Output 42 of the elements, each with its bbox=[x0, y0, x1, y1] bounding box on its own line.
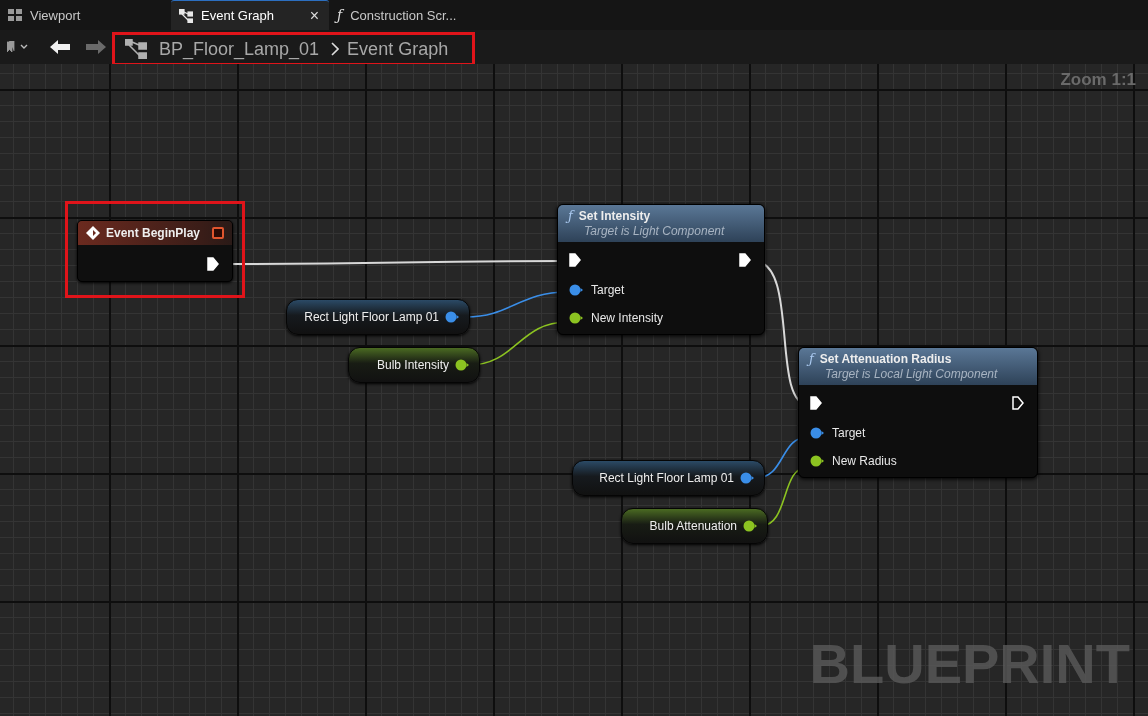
pin-icon[interactable] bbox=[569, 284, 583, 296]
pin-icon[interactable] bbox=[810, 427, 824, 439]
event-icon bbox=[86, 226, 100, 240]
forward-arrow-icon[interactable] bbox=[86, 39, 106, 55]
event-node[interactable]: Event BeginPlay bbox=[77, 220, 233, 282]
blueprint-watermark: BLUEPRINT bbox=[809, 631, 1130, 696]
pin-icon[interactable] bbox=[569, 312, 583, 324]
pin-label: New Radius bbox=[832, 454, 897, 468]
zoom-label: Zoom 1:1 bbox=[1060, 70, 1136, 90]
node-subtitle: Target is Local Light Component bbox=[824, 367, 999, 381]
pin-icon[interactable] bbox=[743, 520, 757, 532]
back-arrow-icon[interactable] bbox=[50, 39, 70, 55]
variable-node[interactable]: Bulb Intensity bbox=[348, 347, 480, 383]
pin-label: New Intensity bbox=[591, 311, 664, 325]
exec-pin-icon[interactable] bbox=[207, 257, 219, 271]
close-icon[interactable]: × bbox=[309, 7, 319, 24]
breadcrumb-link[interactable]: Event Graph bbox=[347, 38, 449, 60]
exec-pin-icon[interactable] bbox=[810, 396, 822, 410]
chevron-icon bbox=[331, 42, 340, 56]
variable-node[interactable]: Rect Light Floor Lamp 01 bbox=[286, 299, 470, 335]
pin-icon[interactable] bbox=[445, 311, 459, 323]
function-node[interactable]: ƒ Set Intensity Target is Light Component Target New Intensity bbox=[557, 204, 765, 335]
pin-label: Target bbox=[832, 426, 866, 440]
variable-node[interactable]: Rect Light Floor Lamp 01 bbox=[572, 460, 765, 496]
pin-label: Target bbox=[591, 283, 625, 297]
exec-pin-icon[interactable] bbox=[569, 253, 581, 267]
node-subtitle: Target is Light Component bbox=[583, 224, 726, 238]
delegate-pin-icon[interactable] bbox=[212, 227, 224, 239]
breadcrumb-link[interactable]: BP_Floor_Lamp_01 bbox=[159, 38, 320, 60]
pin-icon[interactable] bbox=[810, 455, 824, 467]
exec-pin-icon[interactable] bbox=[739, 253, 751, 267]
exec-pin-icon[interactable] bbox=[1012, 396, 1024, 410]
pin-icon[interactable] bbox=[740, 472, 754, 484]
editor-tab[interactable]: Viewport bbox=[0, 0, 155, 30]
variable-node[interactable]: Bulb Attenuation bbox=[621, 508, 768, 544]
graph-icon bbox=[179, 8, 193, 23]
pin-icon[interactable] bbox=[455, 359, 469, 371]
viewport-icon bbox=[8, 9, 22, 21]
editor-tab[interactable]: ƒ Construction Scr... bbox=[329, 0, 487, 30]
function-node[interactable]: ƒ Set Attenuation Radius Target is Local Light Component Target New Radius bbox=[798, 347, 1038, 478]
graph-icon bbox=[125, 39, 147, 59]
editor-tab[interactable]: Event Graph × bbox=[171, 0, 329, 30]
